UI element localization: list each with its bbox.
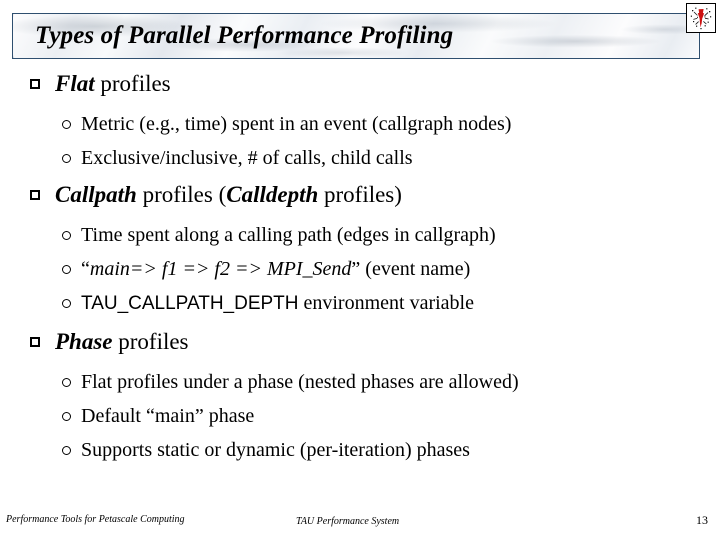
footer-conference-name: Performance Tools for Petascale Computin… xyxy=(6,514,185,525)
bullet-level2-event-name: “main=> f1 => f2 => MPI_Send” (event nam… xyxy=(0,257,720,282)
env-variable-name: TAU_CALLPATH_DEPTH xyxy=(81,293,299,314)
slide-footer: Performance Tools for Petascale Computin… xyxy=(0,500,720,540)
bullet-level1-callpath: Callpath profiles (Calldepth profiles) xyxy=(0,181,720,209)
slide-title-bar: Types of Parallel Performance Profiling xyxy=(12,13,700,59)
page-title: Types of Parallel Performance Profiling xyxy=(35,22,454,49)
bullet-level1-phase: Phase profiles xyxy=(0,328,720,356)
circle-bullet-icon xyxy=(62,412,71,421)
slide: Types of Parallel Performance Profiling xyxy=(0,0,720,540)
tail-text: environment variable xyxy=(298,292,475,314)
slide-body: Flat profiles Metric (e.g., time) spent … xyxy=(0,70,720,500)
bullet-level2-label: Metric (e.g., time) spent in an event (c… xyxy=(81,113,512,135)
plain-text: profiles xyxy=(94,71,171,96)
bullet-level1-label: Phase profiles xyxy=(55,328,189,356)
bullet-level2-label: Time spent along a calling path (edges i… xyxy=(81,224,496,246)
bullet-level2-label: Exclusive/inclusive, # of calls, child c… xyxy=(81,147,413,169)
bullet-level2-flat-under-phase: Flat profiles under a phase (nested phas… xyxy=(0,370,720,395)
bullet-level2-static-dynamic-phases: Supports static or dynamic (per-iteratio… xyxy=(0,438,720,463)
bullet-level2-exclusive-inclusive: Exclusive/inclusive, # of calls, child c… xyxy=(0,146,720,171)
bullet-level2-label: Flat profiles under a phase (nested phas… xyxy=(81,371,519,393)
bullet-level2-env-variable: TAU_CALLPATH_DEPTH environment variable xyxy=(0,291,720,316)
square-bullet-icon xyxy=(30,337,40,347)
circle-bullet-icon xyxy=(62,154,71,163)
quote-close: ” xyxy=(351,258,361,280)
bullet-level2-label: Default “main” phase xyxy=(81,405,255,427)
bullet-level1-flat: Flat profiles xyxy=(0,70,720,98)
quote-open: “ xyxy=(81,258,90,280)
emphasis-text-2: Calldepth xyxy=(226,182,319,207)
circle-bullet-icon xyxy=(62,378,71,387)
emphasis-text: Flat xyxy=(55,71,95,96)
bullet-level2-label: Supports static or dynamic (per-iteratio… xyxy=(81,439,470,461)
circle-bullet-icon xyxy=(62,265,71,274)
circle-bullet-icon xyxy=(62,231,71,240)
square-bullet-icon xyxy=(30,79,40,89)
bullet-level1-label: Flat profiles xyxy=(55,70,171,98)
circle-bullet-icon xyxy=(62,446,71,455)
plain-text: profiles ( xyxy=(136,182,227,207)
square-bullet-icon xyxy=(30,190,40,200)
circle-bullet-icon xyxy=(62,120,71,129)
bullet-level2-metric: Metric (e.g., time) spent in an event (c… xyxy=(0,112,720,137)
plain-text-2: profiles) xyxy=(318,182,402,207)
slide-page-number: 13 xyxy=(696,513,708,527)
circle-bullet-icon xyxy=(62,299,71,308)
emphasis-text: Callpath xyxy=(55,182,137,207)
emphasis-text: Phase xyxy=(55,329,113,354)
italic-event-path: main=> f1 => f2 => MPI_Send xyxy=(89,258,352,280)
bullet-level1-label: Callpath profiles (Calldepth profiles) xyxy=(55,181,402,209)
bullet-level2-label: TAU_CALLPATH_DEPTH environment variable xyxy=(81,291,474,316)
bullet-level2-time-spent: Time spent along a calling path (edges i… xyxy=(0,223,720,248)
red-ink-splatter-logo-icon xyxy=(686,3,716,33)
bullet-level2-label: “main=> f1 => f2 => MPI_Send” (event nam… xyxy=(81,257,470,282)
bullet-level2-default-main-phase: Default “main” phase xyxy=(0,404,720,429)
tail-text: (event name) xyxy=(360,258,471,280)
footer-project-name: TAU Performance System xyxy=(296,516,400,527)
plain-text: profiles xyxy=(112,329,189,354)
